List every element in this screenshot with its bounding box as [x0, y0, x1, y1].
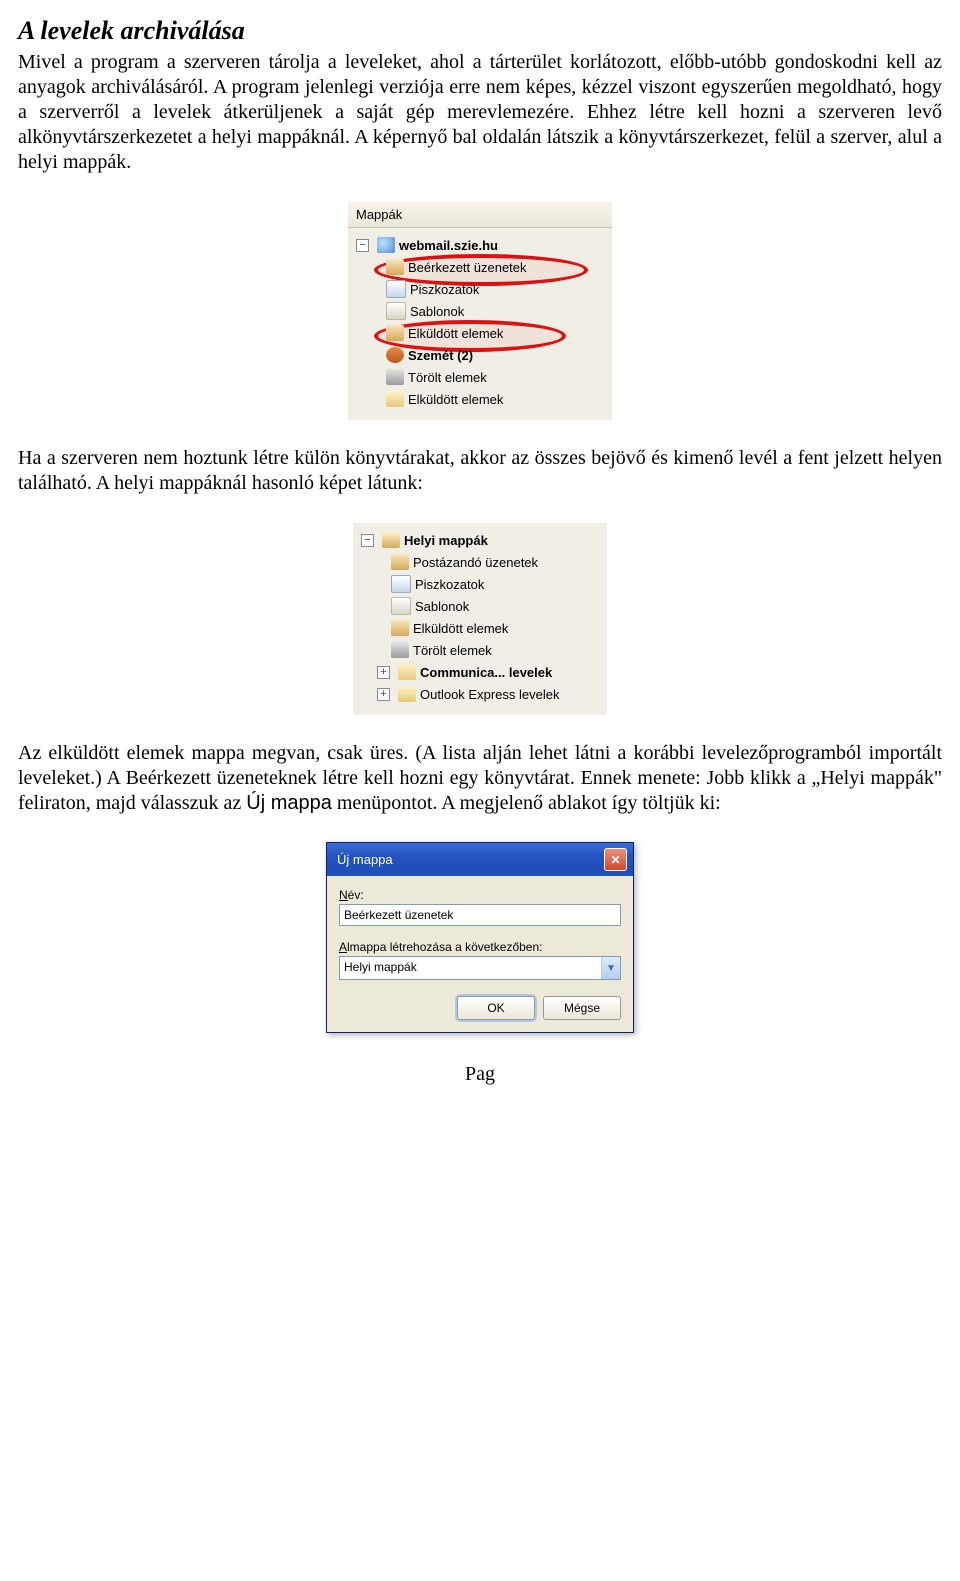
- tree-item-label: Piszkozatok: [410, 282, 479, 297]
- cancel-button[interactable]: Mégse: [543, 996, 621, 1020]
- tree-item-label: Outlook Express levelek: [420, 687, 559, 702]
- parent-folder-combo[interactable]: Helyi mappák ▼: [339, 956, 621, 980]
- outbox-icon: [391, 554, 409, 570]
- expand-icon[interactable]: +: [377, 666, 390, 679]
- tree-item[interactable]: + Outlook Express levelek: [359, 683, 603, 705]
- tree-item-label: Postázandó üzenetek: [413, 555, 538, 570]
- folder-icon: [398, 686, 416, 702]
- page-footer: Pag: [18, 1063, 942, 1086]
- tree-item[interactable]: Piszkozatok: [354, 278, 608, 300]
- template-icon: [391, 597, 411, 615]
- sent-icon: [391, 620, 409, 636]
- menu-command: Új mappa: [246, 792, 332, 814]
- dialog-titlebar[interactable]: Új mappa ✕: [327, 843, 633, 876]
- draft-icon: [391, 575, 411, 593]
- folder-icon: [398, 664, 416, 680]
- tree-item-label: Piszkozatok: [415, 577, 484, 592]
- tree-item-label: Sablonok: [410, 304, 464, 319]
- folders-panel-server: Mappák − webmail.szie.hu Beérkezett üzen…: [348, 201, 612, 420]
- tree-item-label: Beérkezett üzenetek: [408, 260, 527, 275]
- chevron-down-icon[interactable]: ▼: [601, 957, 620, 979]
- tree-server: − webmail.szie.hu Beérkezett üzenetek Pi…: [348, 228, 612, 420]
- tree-item[interactable]: Postázandó üzenetek: [359, 551, 603, 573]
- tree-root[interactable]: − Helyi mappák: [359, 529, 603, 551]
- trash-icon: [391, 642, 409, 658]
- paragraph-1: Mivel a program a szerveren tárolja a le…: [18, 50, 942, 175]
- tree-item-label: Elküldött elemek: [408, 392, 503, 407]
- tree-item[interactable]: + Communica... levelek: [359, 661, 603, 683]
- expand-icon[interactable]: +: [377, 688, 390, 701]
- name-label: Név:: [339, 888, 621, 902]
- tree-item-label: Elküldött elemek: [408, 326, 503, 341]
- inbox-icon: [386, 259, 404, 275]
- combo-value: Helyi mappák: [340, 957, 601, 979]
- folders-panel-local: − Helyi mappák Postázandó üzenetek Piszk…: [353, 522, 607, 715]
- tree-item[interactable]: Sablonok: [354, 300, 608, 322]
- page-title: A levelek archiválása: [18, 16, 942, 46]
- tree-item[interactable]: Elküldött elemek: [354, 388, 608, 410]
- tree-item-label: Sablonok: [415, 599, 469, 614]
- folder-name-input[interactable]: [339, 904, 621, 926]
- collapse-icon[interactable]: −: [361, 534, 374, 547]
- tree-item[interactable]: Sablonok: [359, 595, 603, 617]
- junk-icon: [386, 347, 404, 363]
- paragraph-3: Az elküldött elemek mappa megvan, csak ü…: [18, 741, 942, 816]
- tree-item[interactable]: Törölt elemek: [359, 639, 603, 661]
- draft-icon: [386, 280, 406, 298]
- folder-icon: [386, 391, 404, 407]
- tree-item[interactable]: Elküldött elemek: [354, 322, 608, 344]
- close-icon[interactable]: ✕: [604, 848, 627, 871]
- tree-item[interactable]: Törölt elemek: [354, 366, 608, 388]
- tree-root-label: Helyi mappák: [404, 533, 488, 548]
- tree-item[interactable]: Szemét (2): [354, 344, 608, 366]
- dialog-title: Új mappa: [337, 852, 393, 867]
- tree-root[interactable]: − webmail.szie.hu: [354, 234, 608, 256]
- tree-item-label: Törölt elemek: [408, 370, 487, 385]
- trash-icon: [386, 369, 404, 385]
- tree-item-label: Communica... levelek: [420, 665, 552, 680]
- paragraph-2: Ha a szerveren nem hoztunk létre külön k…: [18, 446, 942, 496]
- tree-root-label: webmail.szie.hu: [399, 238, 498, 253]
- tree-item[interactable]: Piszkozatok: [359, 573, 603, 595]
- ok-button[interactable]: OK: [457, 996, 535, 1020]
- new-folder-dialog: Új mappa ✕ Név: Almappa létrehozása a kö…: [326, 842, 634, 1033]
- local-folder-icon: [382, 532, 400, 548]
- collapse-icon[interactable]: −: [356, 239, 369, 252]
- parent-label: Almappa létrehozása a következőben:: [339, 940, 621, 954]
- tree-item[interactable]: Beérkezett üzenetek: [354, 256, 608, 278]
- tree-item[interactable]: Elküldött elemek: [359, 617, 603, 639]
- tree-item-label: Elküldött elemek: [413, 621, 508, 636]
- tree-item-label: Törölt elemek: [413, 643, 492, 658]
- sent-icon: [386, 325, 404, 341]
- tree-local: − Helyi mappák Postázandó üzenetek Piszk…: [353, 523, 607, 715]
- tree-item-label: Szemét (2): [408, 348, 473, 363]
- globe-icon: [377, 237, 395, 253]
- panel-header: Mappák: [348, 202, 612, 228]
- template-icon: [386, 302, 406, 320]
